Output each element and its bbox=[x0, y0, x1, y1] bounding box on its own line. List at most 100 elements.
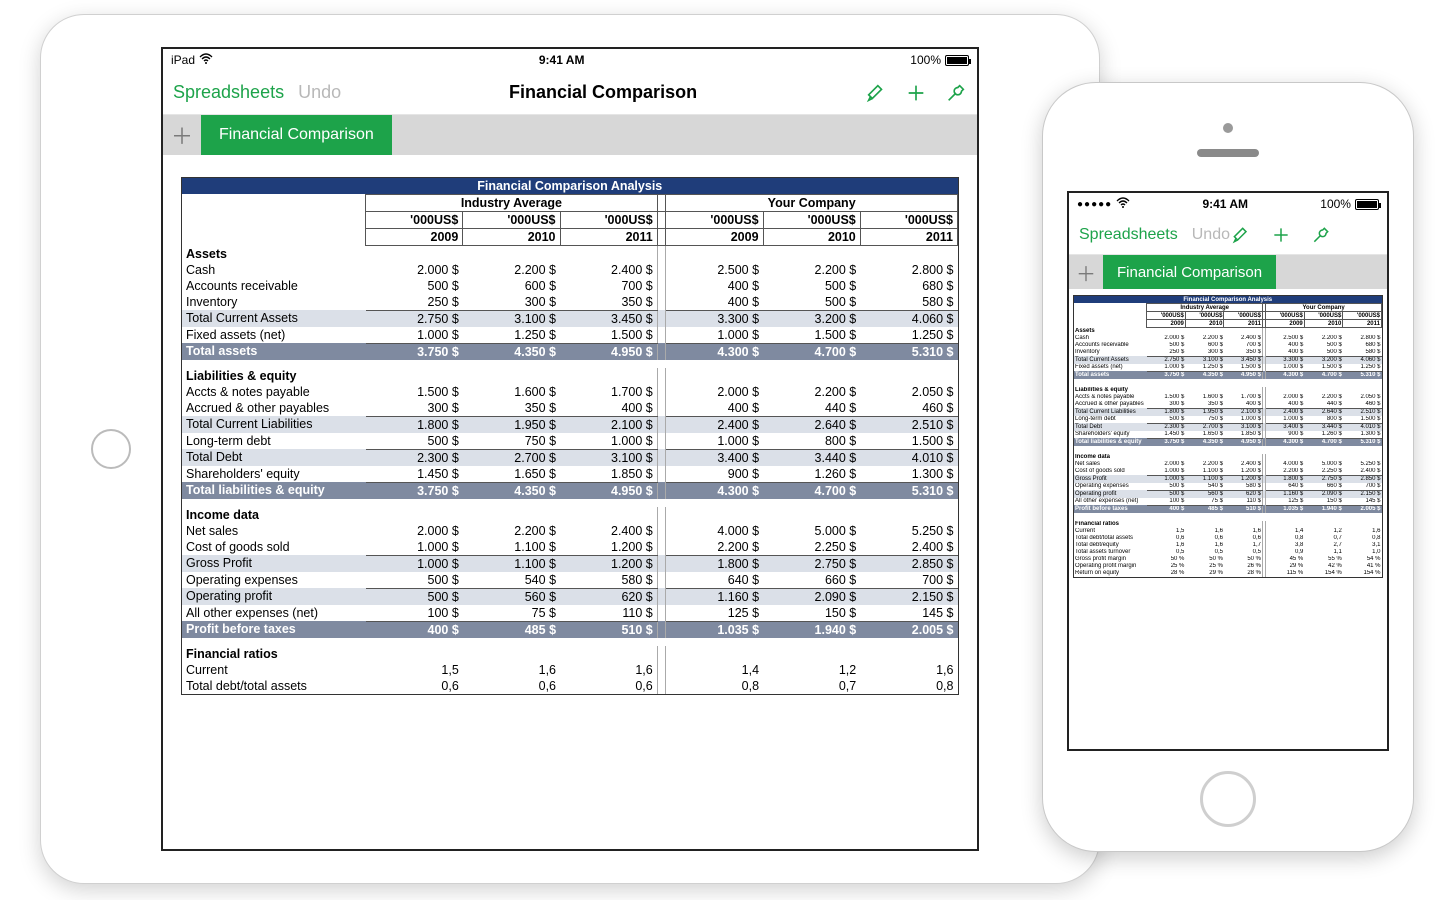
battery-percent: 100% bbox=[910, 53, 941, 67]
cell-value: 2.640 $ bbox=[763, 416, 860, 433]
cell-value: 1.700 $ bbox=[560, 384, 657, 400]
table-row: Shareholders' equity1.450 $1.650 $1.850 … bbox=[1074, 431, 1382, 439]
cell-value: 500 $ bbox=[1304, 342, 1343, 349]
cell-value: 2.800 $ bbox=[1343, 335, 1382, 342]
spreadsheet-canvas[interactable]: Financial Comparison AnalysisIndustry Av… bbox=[163, 155, 977, 849]
sheet-title: Financial Comparison Analysis bbox=[1074, 296, 1382, 304]
add-sheet-button[interactable]: ＋ bbox=[1069, 255, 1103, 289]
row-label: Operating expenses bbox=[1074, 483, 1147, 491]
cell-value: 2.200 $ bbox=[1304, 335, 1343, 342]
cell-value: 1.000 $ bbox=[1147, 364, 1186, 372]
cell-value: 4.700 $ bbox=[763, 482, 860, 499]
cell-value: 440 $ bbox=[1304, 401, 1343, 409]
spreadsheets-back-link[interactable]: Spreadsheets bbox=[1079, 226, 1178, 244]
cell-value: 3.750 $ bbox=[1147, 371, 1186, 379]
cell-value: 620 $ bbox=[1224, 490, 1263, 498]
cell-value: 0,5 bbox=[1147, 549, 1186, 556]
row-label: Cost of goods sold bbox=[182, 539, 366, 556]
row-label: Fixed assets (net) bbox=[182, 327, 366, 344]
unit-label: '000US$ bbox=[763, 212, 860, 229]
cell-value: 1.000 $ bbox=[366, 327, 463, 344]
cell-value: 580 $ bbox=[860, 294, 957, 311]
cell-value: 0,6 bbox=[560, 678, 657, 694]
table-row: Net sales2.000 $2.200 $2.400 $4.000 $5.0… bbox=[1074, 461, 1382, 468]
cell-value: 145 $ bbox=[1343, 498, 1382, 506]
table-row: Net sales2.000 $2.200 $2.400 $4.000 $5.0… bbox=[182, 523, 958, 539]
cell-value: 2,7 bbox=[1304, 542, 1343, 549]
unit-label: '000US$ bbox=[1147, 312, 1186, 320]
year-header: 2011 bbox=[1343, 320, 1382, 328]
cell-value: 485 $ bbox=[1185, 505, 1224, 513]
table-row: Total Current Liabilities1.800 $1.950 $2… bbox=[182, 416, 958, 433]
cell-value: 28 % bbox=[1147, 570, 1186, 577]
cell-value: 440 $ bbox=[763, 400, 860, 417]
tools-wrench-icon[interactable] bbox=[945, 82, 967, 104]
sheet-tab-active[interactable]: Financial Comparison bbox=[201, 115, 392, 155]
cell-value: 3.100 $ bbox=[1224, 423, 1263, 431]
table-row: Return on equity28 %29 %28 %115 %154 %15… bbox=[1074, 570, 1382, 577]
format-brush-icon[interactable] bbox=[1230, 224, 1252, 246]
cell-value: 1.200 $ bbox=[1224, 475, 1263, 483]
sheet-tab-active[interactable]: Financial Comparison bbox=[1103, 255, 1276, 289]
cell-value: 580 $ bbox=[1224, 483, 1263, 491]
table-row: Current1,51,61,61,41,21,6 bbox=[182, 662, 958, 678]
table-row: Accrued & other payables300 $350 $400 $4… bbox=[1074, 401, 1382, 409]
row-label: Inventory bbox=[1074, 349, 1147, 357]
spreadsheet-canvas[interactable]: Financial Comparison AnalysisIndustry Av… bbox=[1069, 289, 1387, 749]
cell-value: 4.350 $ bbox=[463, 343, 560, 360]
battery-icon bbox=[1355, 199, 1379, 210]
cell-value: 500 $ bbox=[1147, 483, 1186, 491]
cell-value: 600 $ bbox=[463, 278, 560, 294]
iphone-home-button[interactable] bbox=[1200, 771, 1256, 827]
cell-value: 2.400 $ bbox=[560, 262, 657, 278]
cell-value: 2.400 $ bbox=[666, 416, 763, 433]
undo-button[interactable]: Undo bbox=[1192, 226, 1230, 244]
cell-value: 4.010 $ bbox=[860, 449, 957, 466]
row-label: Gross Profit bbox=[1074, 475, 1147, 483]
cell-value: 3.400 $ bbox=[1266, 423, 1305, 431]
cell-value: 2.400 $ bbox=[1224, 461, 1263, 468]
unit-label: '000US$ bbox=[463, 212, 560, 229]
cell-value: 3.100 $ bbox=[560, 449, 657, 466]
document-title: Financial Comparison bbox=[341, 82, 865, 103]
row-label: Accounts receivable bbox=[182, 278, 366, 294]
cell-value: 1.950 $ bbox=[463, 416, 560, 433]
cell-value: 4.950 $ bbox=[1224, 438, 1263, 446]
undo-button[interactable]: Undo bbox=[298, 82, 341, 103]
app-toolbar: Spreadsheets Undo bbox=[1069, 215, 1387, 255]
add-icon[interactable] bbox=[905, 82, 927, 104]
ipad-home-button[interactable] bbox=[91, 429, 131, 469]
format-brush-icon[interactable] bbox=[865, 82, 887, 104]
cell-value: 1.940 $ bbox=[1304, 505, 1343, 513]
cell-value: 500 $ bbox=[1304, 349, 1343, 357]
cell-value: 1.500 $ bbox=[560, 327, 657, 344]
cell-value: 3.100 $ bbox=[463, 310, 560, 327]
spreadsheets-back-link[interactable]: Spreadsheets bbox=[173, 82, 284, 103]
cell-value: 1,6 bbox=[463, 662, 560, 678]
table-row: Gross Profit1.000 $1.100 $1.200 $1.800 $… bbox=[182, 555, 958, 572]
cell-value: 2.000 $ bbox=[1147, 335, 1186, 342]
row-label: Total Debt bbox=[182, 449, 366, 466]
row-label: Long-term debt bbox=[1074, 416, 1147, 424]
cell-value: 400 $ bbox=[560, 400, 657, 417]
cell-value: 1.800 $ bbox=[366, 416, 463, 433]
cell-value: 4.300 $ bbox=[1266, 371, 1305, 379]
row-label: Total debt/equity bbox=[1074, 542, 1147, 549]
cell-value: 1.260 $ bbox=[763, 466, 860, 483]
tools-wrench-icon[interactable] bbox=[1310, 224, 1332, 246]
cell-value: 25 % bbox=[1147, 563, 1186, 570]
cell-value: 1.035 $ bbox=[666, 621, 763, 638]
cell-value: 1.650 $ bbox=[1185, 431, 1224, 439]
add-icon[interactable] bbox=[1270, 224, 1292, 246]
cell-value: 540 $ bbox=[1185, 483, 1224, 491]
cell-value: 1.950 $ bbox=[1185, 408, 1224, 416]
cell-value: 1.260 $ bbox=[1304, 431, 1343, 439]
section-title: Liabilities & equity bbox=[1074, 387, 1147, 394]
cell-value: 2.200 $ bbox=[1266, 468, 1305, 476]
table-row: Total debt/equity1,61,61,73,82,73,1 bbox=[1074, 542, 1382, 549]
unit-label: '000US$ bbox=[1224, 312, 1263, 320]
year-header: 2011 bbox=[1224, 320, 1263, 328]
cell-value: 2.400 $ bbox=[1224, 335, 1263, 342]
add-sheet-button[interactable]: ＋ bbox=[163, 115, 201, 155]
cell-value: 4.350 $ bbox=[463, 482, 560, 499]
